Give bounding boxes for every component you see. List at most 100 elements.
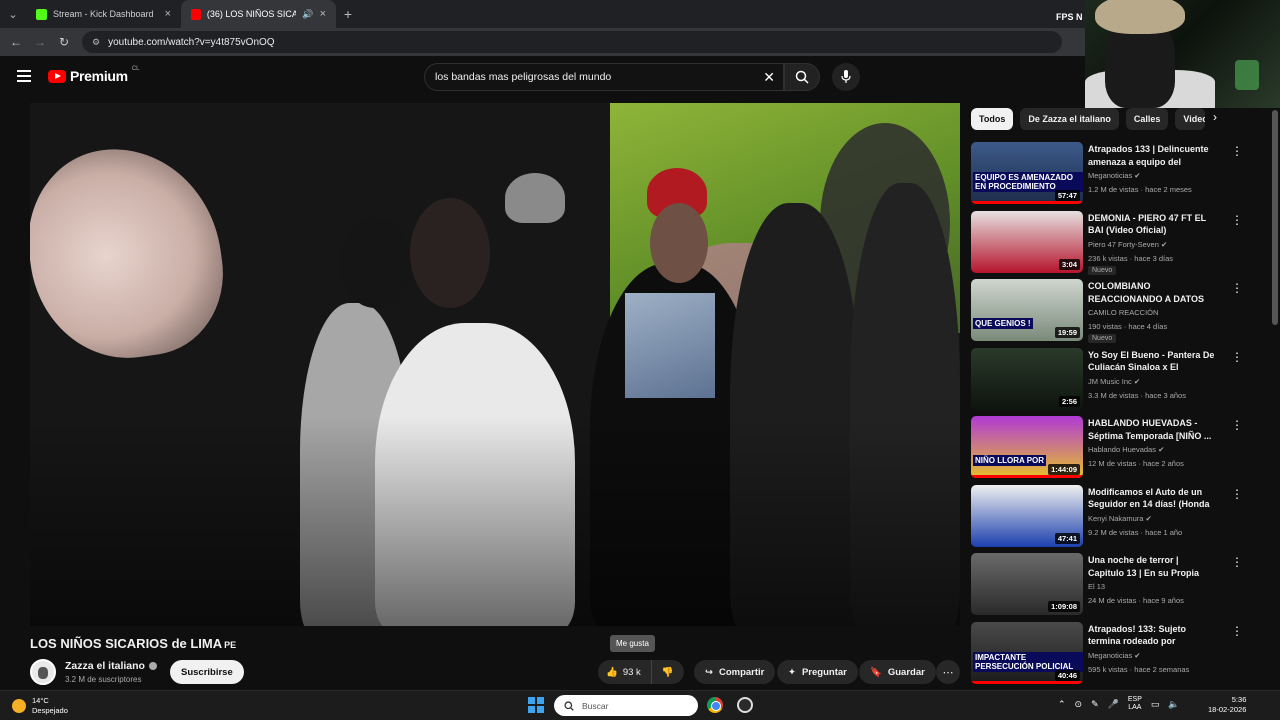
language-indicator[interactable]: ESP LAA: [1128, 696, 1142, 712]
related-video-title[interactable]: Atrapados! 133: Sujeto termina rodeado p…: [1088, 623, 1216, 649]
microphone-icon[interactable]: 🎤: [1108, 699, 1119, 710]
voice-search-button[interactable]: [832, 63, 860, 91]
more-options-icon[interactable]: ⋮: [1231, 144, 1243, 158]
verified-icon: ✔: [1160, 239, 1168, 249]
volume-icon[interactable]: 🔈: [1168, 699, 1179, 710]
url-text: youtube.com/watch?v=y4t875vOnOQ: [108, 36, 275, 48]
related-video-item[interactable]: NIÑO LLORA POR 1:44:09 HABLANDO HUEVADAS…: [971, 416, 1271, 485]
site-info-icon[interactable]: ⚙: [92, 37, 100, 48]
more-options-icon[interactable]: ⋮: [1231, 555, 1243, 569]
related-video-item[interactable]: EQUIPO ES AMENAZADO EN PROCEDIMIENTO 57:…: [971, 142, 1271, 211]
scrollbar[interactable]: [1272, 110, 1278, 325]
browser-tab-kick[interactable]: Stream - Kick Dashboard ×: [26, 0, 181, 28]
network-icon[interactable]: ▭: [1151, 699, 1160, 710]
url-field[interactable]: ⚙ youtube.com/watch?v=y4t875vOnOQ: [82, 31, 1062, 53]
more-options-icon[interactable]: ⋮: [1231, 418, 1243, 432]
video-player[interactable]: [30, 103, 960, 626]
related-video-item[interactable]: QUE GENIOS ! 19:59 COLOMBIANO REACCIONAN…: [971, 279, 1271, 348]
more-options-icon[interactable]: ⋮: [1231, 624, 1243, 638]
related-video-title[interactable]: Modificamos el Auto de un Seguidor en 14…: [1088, 486, 1216, 512]
clear-search-icon[interactable]: ✕: [763, 69, 775, 86]
related-video-item[interactable]: 1:09:08 Una noche de terror | Capitulo 1…: [971, 553, 1271, 622]
related-video-item[interactable]: 47:41 Modificamos el Auto de un Seguidor…: [971, 484, 1271, 554]
chevron-right-icon[interactable]: ›: [1213, 110, 1217, 124]
search-input[interactable]: los bandas mas peligrosas del mundo ✕: [424, 63, 784, 91]
windows-start-icon[interactable]: [528, 697, 544, 713]
related-video-channel[interactable]: Meganoticias ✔: [1088, 651, 1141, 660]
chip-video[interactable]: Video: [1175, 108, 1206, 130]
speaker-icon[interactable]: 🔊: [302, 9, 313, 20]
related-video-title[interactable]: Atrapados 133 | Delincuente amenaza a eq…: [1088, 143, 1216, 169]
close-tab-icon[interactable]: ×: [165, 8, 171, 20]
youtube-logo[interactable]: Premium CL: [48, 66, 139, 84]
browser-tab-youtube[interactable]: (36) LOS NIÑOS SICARIOS d 🔊 ×: [181, 0, 336, 28]
more-actions-icon[interactable]: ⋯: [936, 660, 960, 684]
more-options-icon[interactable]: ⋮: [1231, 281, 1243, 295]
thumbnail-overlay-text: IMPACTANTE PERSECUCIÓN POLICIAL: [973, 651, 1083, 672]
close-tab-icon[interactable]: ×: [320, 8, 326, 20]
taskbar-search[interactable]: Buscar: [554, 695, 698, 716]
related-video-channel[interactable]: Meganoticias ✔: [1088, 171, 1141, 180]
video-thumbnail[interactable]: 47:41: [971, 484, 1083, 547]
fps-label: FPS: [1056, 12, 1074, 22]
save-button[interactable]: 🔖 Guardar: [859, 660, 936, 684]
video-thumbnail[interactable]: 1:09:08: [971, 553, 1083, 615]
related-video-item[interactable]: 3:04 DEMONIA - PIERO 47 FT EL BAI (Video…: [971, 210, 1271, 280]
watch-progress-bar: [971, 475, 1083, 478]
video-thumbnail[interactable]: EQUIPO ES AMENAZADO EN PROCEDIMIENTO 57:…: [971, 142, 1083, 204]
related-video-channel[interactable]: Kenyi Nakamura ✔: [1088, 514, 1152, 523]
related-video-channel[interactable]: Piero 47 Forty-Seven ✔: [1088, 240, 1167, 249]
related-video-item[interactable]: 2:56 Yo Soy El Bueno - Pantera De Culiac…: [971, 347, 1271, 417]
channel-avatar[interactable]: [30, 659, 56, 685]
subscribe-button[interactable]: Suscribirse: [170, 660, 244, 684]
dislike-button[interactable]: 👎: [652, 660, 684, 684]
lang-top: ESP: [1127, 696, 1142, 703]
obs-icon[interactable]: [737, 697, 753, 713]
chip-channel[interactable]: De Zazza el italiano: [1020, 108, 1119, 130]
related-video-title[interactable]: Yo Soy El Bueno - Pantera De Culiacán Si…: [1088, 349, 1216, 375]
related-video-title[interactable]: COLOMBIANO REACCIONANDO A DATOS CURIOSOS…: [1088, 280, 1216, 306]
related-video-channel[interactable]: El 13: [1088, 582, 1105, 591]
chip-todos[interactable]: Todos: [971, 108, 1014, 130]
new-tab-button[interactable]: +: [336, 6, 360, 22]
chrome-icon[interactable]: [707, 697, 723, 713]
video-thumbnail[interactable]: NIÑO LLORA POR 1:44:09: [971, 416, 1083, 478]
tray-app-icon[interactable]: ✎: [1091, 699, 1099, 710]
related-video-item[interactable]: IMPACTANTE PERSECUCIÓN POLICIAL 40:46 At…: [971, 621, 1271, 691]
weather-widget[interactable]: 14°C Despejado: [12, 696, 68, 716]
tray-app-icon[interactable]: ⊙: [1075, 699, 1083, 710]
reload-icon[interactable]: ↻: [52, 35, 76, 49]
subscriber-count: 3.2 M de suscriptores: [65, 675, 142, 684]
video-duration: 19:59: [1054, 327, 1080, 338]
like-button[interactable]: 👍 93 k: [598, 660, 652, 684]
kick-favicon-icon: [36, 8, 47, 20]
related-video-meta: 1.2 M de vistas · hace 2 meses: [1088, 185, 1192, 194]
related-video-channel[interactable]: Hablando Huevadas ✔: [1088, 445, 1164, 454]
related-video-meta: 24 M de vistas · hace 9 años: [1088, 596, 1184, 605]
video-thumbnail[interactable]: IMPACTANTE PERSECUCIÓN POLICIAL 40:46: [971, 621, 1083, 684]
related-video-title[interactable]: Una noche de terror | Capitulo 13 | En s…: [1088, 554, 1216, 580]
chip-calles[interactable]: Calles: [1125, 108, 1169, 130]
back-arrow-icon[interactable]: ←: [4, 35, 28, 49]
more-options-icon[interactable]: ⋮: [1231, 487, 1243, 501]
more-options-icon[interactable]: ⋮: [1231, 350, 1243, 364]
menu-icon[interactable]: [17, 70, 31, 82]
video-thumbnail[interactable]: 3:04: [971, 210, 1083, 273]
video-thumbnail[interactable]: 2:56: [971, 347, 1083, 410]
video-thumbnail[interactable]: QUE GENIOS ! 19:59: [971, 279, 1083, 341]
forward-arrow-icon[interactable]: →: [28, 35, 52, 49]
related-video-channel[interactable]: JM Music Inc ✔: [1088, 377, 1140, 386]
search-button[interactable]: [784, 63, 820, 91]
related-video-channel[interactable]: CAMILO REACCIÓN: [1088, 308, 1158, 317]
more-options-icon[interactable]: ⋮: [1231, 213, 1243, 227]
clock[interactable]: 5:36 18-02-2026: [1208, 695, 1246, 715]
chevron-up-icon[interactable]: ⌃: [1058, 699, 1066, 710]
share-button[interactable]: ↪ Compartir: [694, 660, 776, 684]
related-video-title[interactable]: DEMONIA - PIERO 47 FT EL BAI (Video Ofic…: [1088, 212, 1216, 237]
tab-search-chevron-icon[interactable]: ⌄: [0, 0, 26, 28]
ask-button[interactable]: ✦ Preguntar: [777, 660, 858, 684]
channel-text: El 13: [1088, 582, 1106, 591]
related-video-title[interactable]: HABLANDO HUEVADAS - Séptima Temporada [N…: [1088, 417, 1216, 442]
channel-name[interactable]: Zazza el italiano: [65, 660, 157, 672]
channel-text: Piero 47 Forty-Seven: [1088, 239, 1159, 249]
